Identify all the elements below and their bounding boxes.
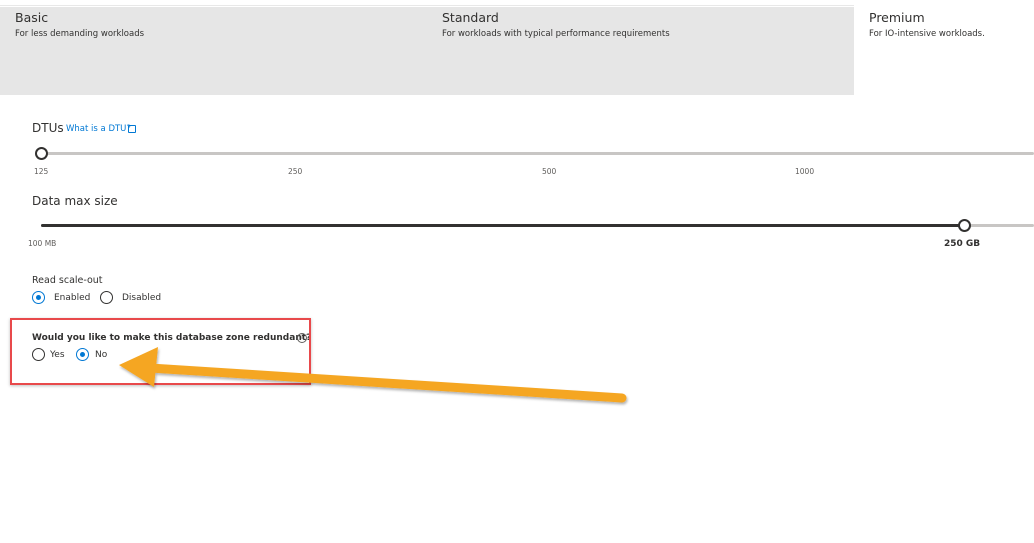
arrow-shaft <box>145 363 627 403</box>
annotation-arrow <box>119 347 627 403</box>
arrow-head <box>119 347 158 387</box>
